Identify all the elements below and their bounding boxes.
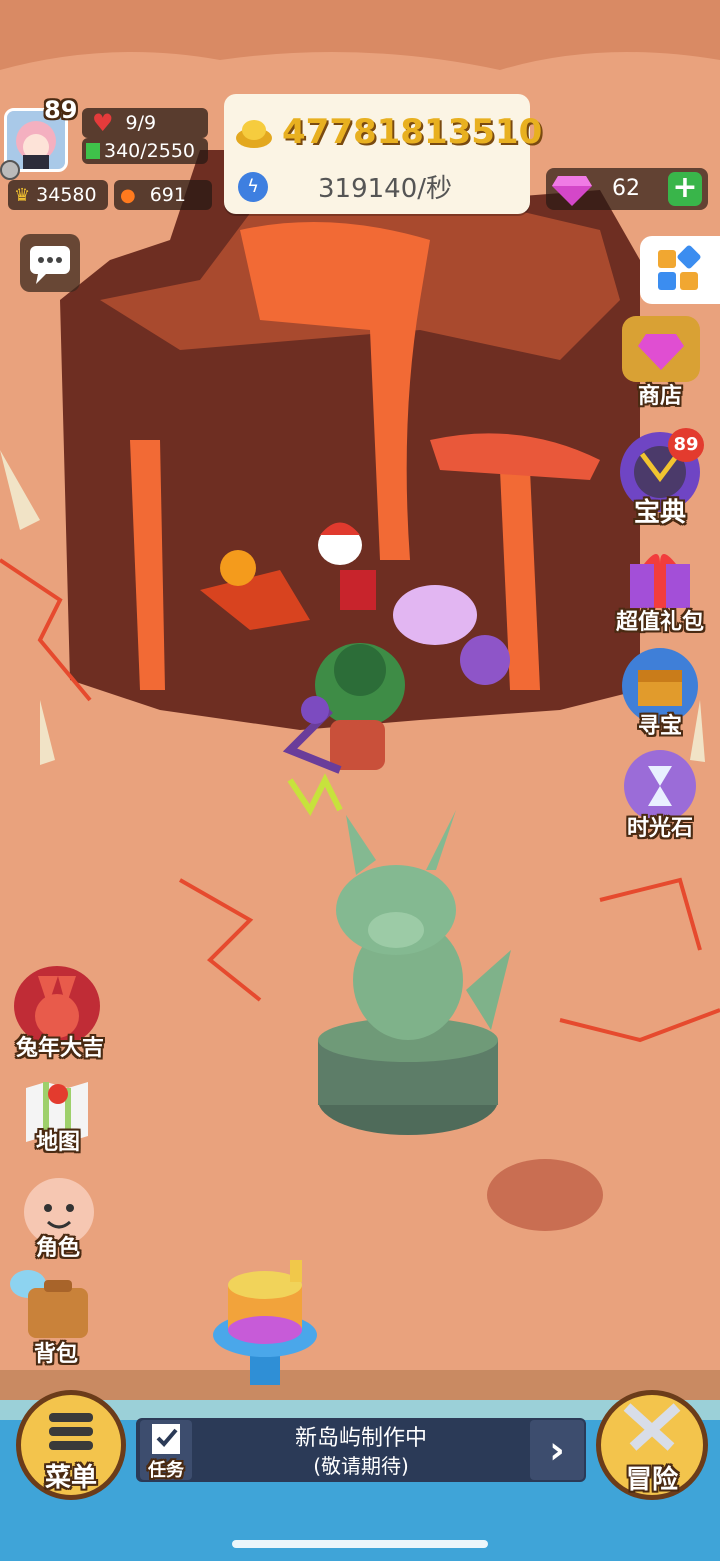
shop-icon[interactable] — [622, 316, 700, 382]
grid-icon — [658, 245, 701, 290]
feature-grid-button[interactable] — [640, 236, 720, 304]
flame-icon: ● — [120, 184, 136, 206]
add-gems-button[interactable]: + — [668, 172, 702, 206]
menu-label: 菜单 — [44, 1463, 97, 1493]
time-stone-label[interactable]: 时光石 — [610, 810, 710, 842]
gift-label[interactable]: 超值礼包 — [608, 604, 712, 636]
gold-rate: 319140/秒 — [318, 174, 453, 204]
heart-icon: ♥ — [92, 109, 114, 137]
lightning-icon: ϟ — [238, 172, 268, 202]
clipboard-check-icon — [152, 1424, 180, 1454]
quest-subtitle: (敬请期待) — [313, 1454, 409, 1478]
gem-icon — [552, 176, 592, 206]
gem-amount: 62 — [612, 176, 640, 201]
gift-box-icon[interactable] — [624, 544, 696, 608]
quest-tab-label: 任务 — [148, 1460, 184, 1481]
quest-tab[interactable]: 任务 — [140, 1420, 192, 1481]
player-level: 89 — [44, 96, 78, 124]
energy-stat: 340/2550 — [82, 138, 208, 164]
rainbow-building[interactable] — [210, 1260, 320, 1390]
crown-value: 34580 — [36, 184, 97, 206]
codex-label[interactable]: 宝典 — [610, 492, 710, 529]
codex-badge: 89 — [668, 428, 704, 462]
backpack-icon[interactable] — [4, 1264, 94, 1344]
chat-button[interactable] — [20, 234, 80, 292]
adventure-button[interactable]: 冒险 — [596, 1390, 708, 1500]
dragon-statue[interactable] — [316, 800, 516, 1140]
event-label[interactable]: 兔年大吉 — [8, 1030, 112, 1062]
next-arrow-button[interactable]: › — [530, 1420, 584, 1480]
crossed-swords-icon — [623, 1403, 681, 1451]
treasure-label[interactable]: 寻宝 — [610, 708, 710, 740]
hp-value: 9/9 — [125, 112, 157, 134]
energy-value: 340/2550 — [104, 140, 196, 162]
hp-stat: ♥ 9/9 — [82, 108, 208, 138]
energy-bar-icon — [86, 143, 100, 159]
crown-stat: ♛ 34580 — [8, 180, 108, 210]
hero-party[interactable] — [190, 510, 530, 830]
gold-ingot-icon — [236, 120, 272, 148]
home-indicator[interactable] — [232, 1540, 488, 1548]
menu-list-icon — [49, 1413, 93, 1450]
menu-button[interactable]: 菜单 — [16, 1390, 126, 1500]
gold-amount: 47781813510 — [282, 112, 543, 152]
crown-icon: ♛ — [14, 184, 31, 206]
character-label[interactable]: 角色 — [8, 1230, 108, 1262]
shop-label[interactable]: 商店 — [610, 378, 710, 410]
chat-bubble-icon — [30, 246, 70, 284]
power-value: 691 — [149, 184, 186, 206]
quest-title: 新岛屿制作中 — [294, 1426, 427, 1451]
map-label[interactable]: 地图 — [8, 1124, 108, 1156]
settings-gear-icon[interactable] — [0, 160, 20, 180]
bag-label[interactable]: 背包 — [6, 1336, 106, 1368]
adventure-label: 冒险 — [625, 1465, 678, 1495]
power-stat: ● 691 — [114, 180, 212, 210]
